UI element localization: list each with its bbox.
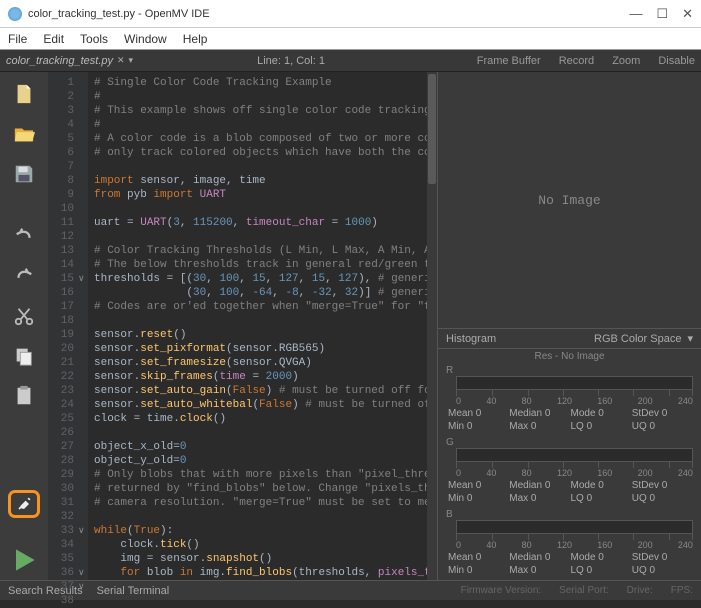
zoom-button[interactable]: Zoom: [612, 55, 640, 67]
histogram-resolution: Res - No Image: [438, 349, 701, 364]
channel-stats-row1: Mean 0Median 0Mode 0StDev 0: [448, 552, 693, 563]
editor[interactable]: 1 2 3 4 5 6 7 8 9 10 11 12 13 14 15 16 1…: [48, 72, 438, 580]
new-file-button[interactable]: [8, 80, 40, 108]
channel-axis: 04080120160200240: [456, 540, 693, 550]
channel-name: R: [446, 365, 454, 376]
channel-axis: 04080120160200240: [456, 468, 693, 478]
close-button[interactable]: ✕: [682, 6, 693, 22]
status-bar: Search Results Serial Terminal Firmware …: [0, 580, 701, 600]
app-icon: [8, 7, 22, 21]
drive: Drive:: [627, 585, 653, 596]
channel-graph: [456, 520, 693, 534]
undo-button[interactable]: [8, 222, 40, 250]
minimize-button[interactable]: —: [629, 6, 642, 22]
frame-buffer-view: No Image: [438, 72, 701, 328]
cut-button[interactable]: [8, 302, 40, 330]
fps: FPS:: [671, 585, 693, 596]
histogram-label: Histogram: [446, 333, 496, 345]
color-space-dropdown[interactable]: RGB Color Space ▾: [594, 332, 693, 345]
channel-stats-row1: Mean 0Median 0Mode 0StDev 0: [448, 480, 693, 491]
tab-dropdown-icon[interactable]: ▾: [129, 55, 134, 66]
window-title: color_tracking_test.py - OpenMV IDE: [28, 8, 210, 20]
maximize-button[interactable]: ☐: [656, 6, 668, 22]
line-gutter: 1 2 3 4 5 6 7 8 9 10 11 12 13 14 15 16 1…: [48, 72, 78, 580]
titlebar: color_tracking_test.py - OpenMV IDE — ☐ …: [0, 0, 701, 28]
channel-g: G 04080120160200240 Mean 0Median 0Mode 0St…: [438, 436, 701, 508]
channel-graph: [456, 448, 693, 462]
channel-stats-row2: Min 0Max 0LQ 0UQ 0: [448, 565, 693, 576]
channel-stats-row2: Min 0Max 0LQ 0UQ 0: [448, 421, 693, 432]
code-area[interactable]: # Single Color Code Tracking Example # #…: [88, 72, 427, 580]
channel-stats-row2: Min 0Max 0LQ 0UQ 0: [448, 493, 693, 504]
copy-button[interactable]: [8, 342, 40, 370]
serial-terminal-tab[interactable]: Serial Terminal: [97, 585, 170, 597]
channel-stats-row1: Mean 0Median 0Mode 0StDev 0: [448, 408, 693, 419]
open-file-button[interactable]: [8, 120, 40, 148]
cursor-position: Line: 1, Col: 1: [257, 55, 325, 67]
left-toolbar: [0, 72, 48, 580]
disable-button[interactable]: Disable: [658, 55, 695, 67]
chevron-down-icon: ▾: [687, 332, 693, 345]
channel-graph: [456, 376, 693, 390]
tab-close-icon[interactable]: ✕: [117, 55, 125, 66]
frame-buffer-panel: No Image: [438, 72, 701, 329]
menu-tools[interactable]: Tools: [80, 32, 108, 46]
paste-button[interactable]: [8, 382, 40, 410]
no-image-label: No Image: [538, 193, 600, 208]
framebuffer-label: Frame Buffer: [477, 55, 541, 67]
histogram-panel: Histogram RGB Color Space ▾ Res - No Ima…: [438, 329, 701, 580]
tab-file[interactable]: color_tracking_test.py: [6, 55, 113, 67]
connect-button[interactable]: [8, 490, 40, 518]
fold-gutter[interactable]: ∨ ∨ ∨ ∨: [78, 72, 88, 580]
menubar: File Edit Tools Window Help: [0, 28, 701, 50]
run-button[interactable]: [8, 546, 40, 574]
channel-name: G: [446, 437, 454, 448]
menu-help[interactable]: Help: [183, 32, 208, 46]
channel-r: R 04080120160200240 Mean 0Median 0Mode 0St…: [438, 364, 701, 436]
save-file-button[interactable]: [8, 160, 40, 188]
channel-b: B 04080120160200240 Mean 0Median 0Mode 0St…: [438, 508, 701, 580]
menu-window[interactable]: Window: [124, 32, 167, 46]
serial-port: Serial Port:: [559, 585, 608, 596]
editor-scrollbar[interactable]: [427, 72, 437, 580]
record-button[interactable]: Record: [559, 55, 594, 67]
redo-button[interactable]: [8, 262, 40, 290]
channel-name: B: [446, 509, 454, 520]
menu-edit[interactable]: Edit: [43, 32, 64, 46]
channel-axis: 04080120160200240: [456, 396, 693, 406]
tabbar: color_tracking_test.py ✕ ▾ Line: 1, Col:…: [0, 50, 701, 72]
firmware-version: Firmware Version:: [461, 585, 542, 596]
menu-file[interactable]: File: [8, 32, 27, 46]
